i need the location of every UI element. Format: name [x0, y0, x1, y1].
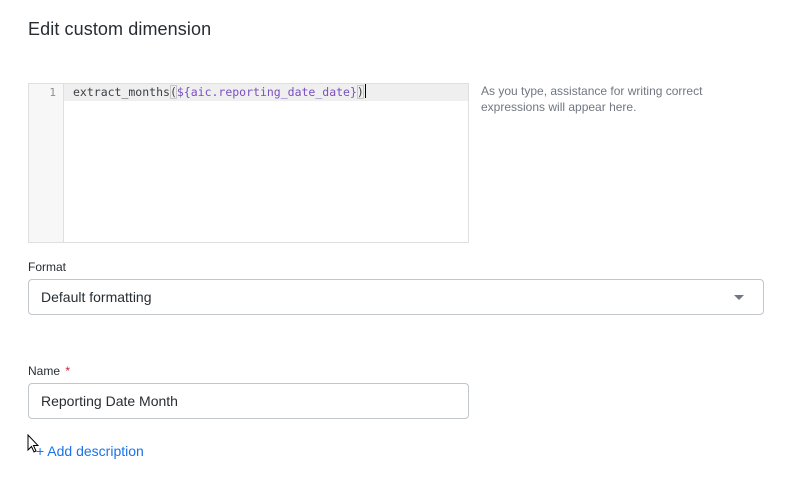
name-label-text: Name	[28, 364, 61, 378]
name-input[interactable]: Reporting Date Month	[28, 383, 469, 419]
format-select[interactable]: Default formatting	[28, 279, 764, 315]
assistance-hint: As you type, assistance for writing corr…	[481, 84, 703, 114]
chevron-down-icon	[734, 295, 744, 300]
dialog-title: Edit custom dimension	[28, 19, 212, 39]
code-line[interactable]: extract_months(${aic.reporting_date_date…	[73, 84, 366, 101]
required-marker: *	[65, 364, 71, 378]
code-open-paren: (	[169, 85, 177, 99]
code-close-paren: )	[356, 85, 364, 99]
mouse-pointer-icon	[27, 434, 39, 453]
format-label: Format	[28, 260, 67, 274]
line-number-gutter	[29, 84, 64, 242]
name-input-value: Reporting Date Month	[41, 393, 178, 409]
format-selected-value: Default formatting	[41, 289, 152, 305]
edit-custom-dimension-dialog: Edit custom dimension 1 extract_months($…	[0, 0, 790, 488]
code-field-reference: ${aic.reporting_date_date}	[176, 85, 357, 99]
add-description-link[interactable]: + Add description	[36, 443, 144, 459]
text-caret	[364, 84, 366, 98]
code-function: extract_months	[73, 85, 170, 99]
expression-editor[interactable]: 1 extract_months(${aic.reporting_date_da…	[28, 83, 469, 243]
line-number: 1	[49, 86, 56, 99]
name-label: Name *	[28, 364, 70, 378]
